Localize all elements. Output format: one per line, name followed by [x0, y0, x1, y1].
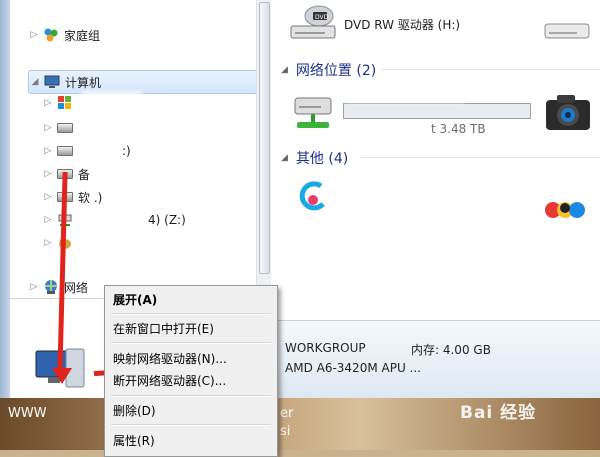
dvd-drive-label: DVD RW 驱动器 (H:) — [344, 18, 461, 32]
group-header-other[interactable]: ◢ 其他 (4) — [281, 148, 348, 168]
group-header-label: 网络位置 (2) — [295, 63, 377, 79]
expand-arrow-icon[interactable]: ▷ — [42, 123, 54, 133]
watermark: Bai 经验 — [460, 403, 537, 423]
menu-item-delete[interactable]: 删除(D) — [108, 399, 273, 421]
drive-icon — [56, 120, 74, 136]
network-icon — [42, 279, 60, 295]
group-header-label: 其他 (4) — [295, 151, 349, 167]
expand-arrow-icon[interactable]: ▷ — [42, 98, 54, 108]
context-menu: 展开(A) 在新窗口中打开(E) 映射网络驱动器(N)... 断开网络驱动器(C… — [104, 285, 278, 457]
menu-separator — [111, 424, 271, 426]
windows-drive-icon — [56, 95, 74, 111]
dvd-drive-icon: DVD — [289, 4, 337, 42]
nav-item-drive-1[interactable]: ▷ — [28, 92, 262, 114]
desktop-text-si: si — [280, 424, 291, 439]
menu-separator — [111, 342, 271, 344]
network-drive-size: t 3.48 TB — [431, 122, 486, 136]
memory-value: 内存: 4.00 GB — [411, 343, 491, 357]
drive-icon — [56, 143, 74, 159]
blurred-region — [343, 200, 523, 216]
collapse-arrow-icon[interactable]: ◢ — [29, 77, 41, 87]
scrollbar-thumb[interactable] — [259, 2, 270, 274]
nav-item-label: 家庭组 — [64, 28, 101, 43]
expand-arrow-icon[interactable]: ▷ — [28, 30, 40, 40]
menu-separator — [111, 313, 271, 315]
expand-arrow-icon[interactable]: ▷ — [42, 238, 54, 248]
window-frame-left — [0, 0, 10, 398]
content-pane: DVD DVD RW 驱动器 (H:) ◢ 网络位置 (2) t 3.48 TB… — [271, 0, 600, 320]
group-divider — [361, 157, 600, 158]
nav-item-label: 网络 — [64, 280, 89, 295]
desktop-text-er: er — [280, 406, 294, 421]
menu-item-expand[interactable]: 展开(A) — [108, 288, 273, 310]
group-header-network-locations[interactable]: ◢ 网络位置 (2) — [281, 60, 376, 80]
blurred-region — [82, 116, 162, 138]
collapse-arrow-icon: ◢ — [281, 65, 288, 75]
menu-item-properties[interactable]: 属性(R) — [108, 429, 273, 451]
menu-item-open-new-window[interactable]: 在新窗口中打开(E) — [108, 317, 273, 339]
menu-separator — [111, 395, 271, 397]
nav-item-label: :) — [122, 144, 131, 158]
cpu-value: AMD A6-3420M APU ... — [285, 361, 421, 375]
nav-item-label: 4) (Z:) — [148, 213, 186, 227]
app-logo-icon[interactable] — [293, 178, 333, 218]
nav-item-label: 备 — [78, 167, 91, 182]
homegroup-icon — [42, 27, 60, 43]
nav-item-label: 计算机 — [65, 75, 102, 90]
explorer-window: ▷ 家庭组 ◢ 计算机 ▷ ▷ ▷:) ▷ 备 ▷ 软 .) ▷ 4) (Z:… — [0, 0, 600, 399]
expand-arrow-icon[interactable]: ▷ — [42, 169, 54, 179]
workgroup-value: WORKGROUP — [285, 341, 366, 355]
blurred-region — [82, 92, 142, 114]
details-pane: WORKGROUP 内存: 4.00 GB AMD A6-3420M APU .… — [271, 320, 600, 399]
menu-item-map-network-drive[interactable]: 映射网络驱动器(N)... — [108, 347, 273, 369]
svg-text:DVD: DVD — [315, 14, 329, 21]
capacity-bar — [343, 103, 531, 119]
network-drive-icon — [291, 94, 335, 134]
nav-item-computer[interactable]: ◢ 计算机 — [28, 70, 262, 94]
menu-item-disconnect-network-drive[interactable]: 断开网络驱动器(C)... — [108, 369, 273, 391]
expand-arrow-icon[interactable]: ▷ — [42, 215, 54, 225]
drive-icon[interactable] — [543, 18, 591, 44]
expand-arrow-icon[interactable]: ▷ — [42, 146, 54, 156]
nav-item-drive-3[interactable]: ▷ :) — [28, 140, 262, 162]
nav-item-label: 软 .) — [78, 190, 103, 205]
blurred-region — [345, 88, 465, 102]
annotation-arrowhead-down — [52, 368, 72, 384]
camera-icon[interactable] — [543, 92, 593, 134]
expand-arrow-icon[interactable]: ▷ — [28, 282, 40, 292]
group-divider — [381, 69, 600, 70]
nav-item-homegroup[interactable]: ▷ 家庭组 — [28, 24, 262, 46]
computer-icon — [43, 74, 61, 90]
colorful-app-icon[interactable] — [543, 186, 589, 222]
desktop-text-www: WWW — [8, 406, 47, 421]
expand-arrow-icon[interactable]: ▷ — [42, 192, 54, 202]
collapse-arrow-icon: ◢ — [281, 153, 288, 163]
